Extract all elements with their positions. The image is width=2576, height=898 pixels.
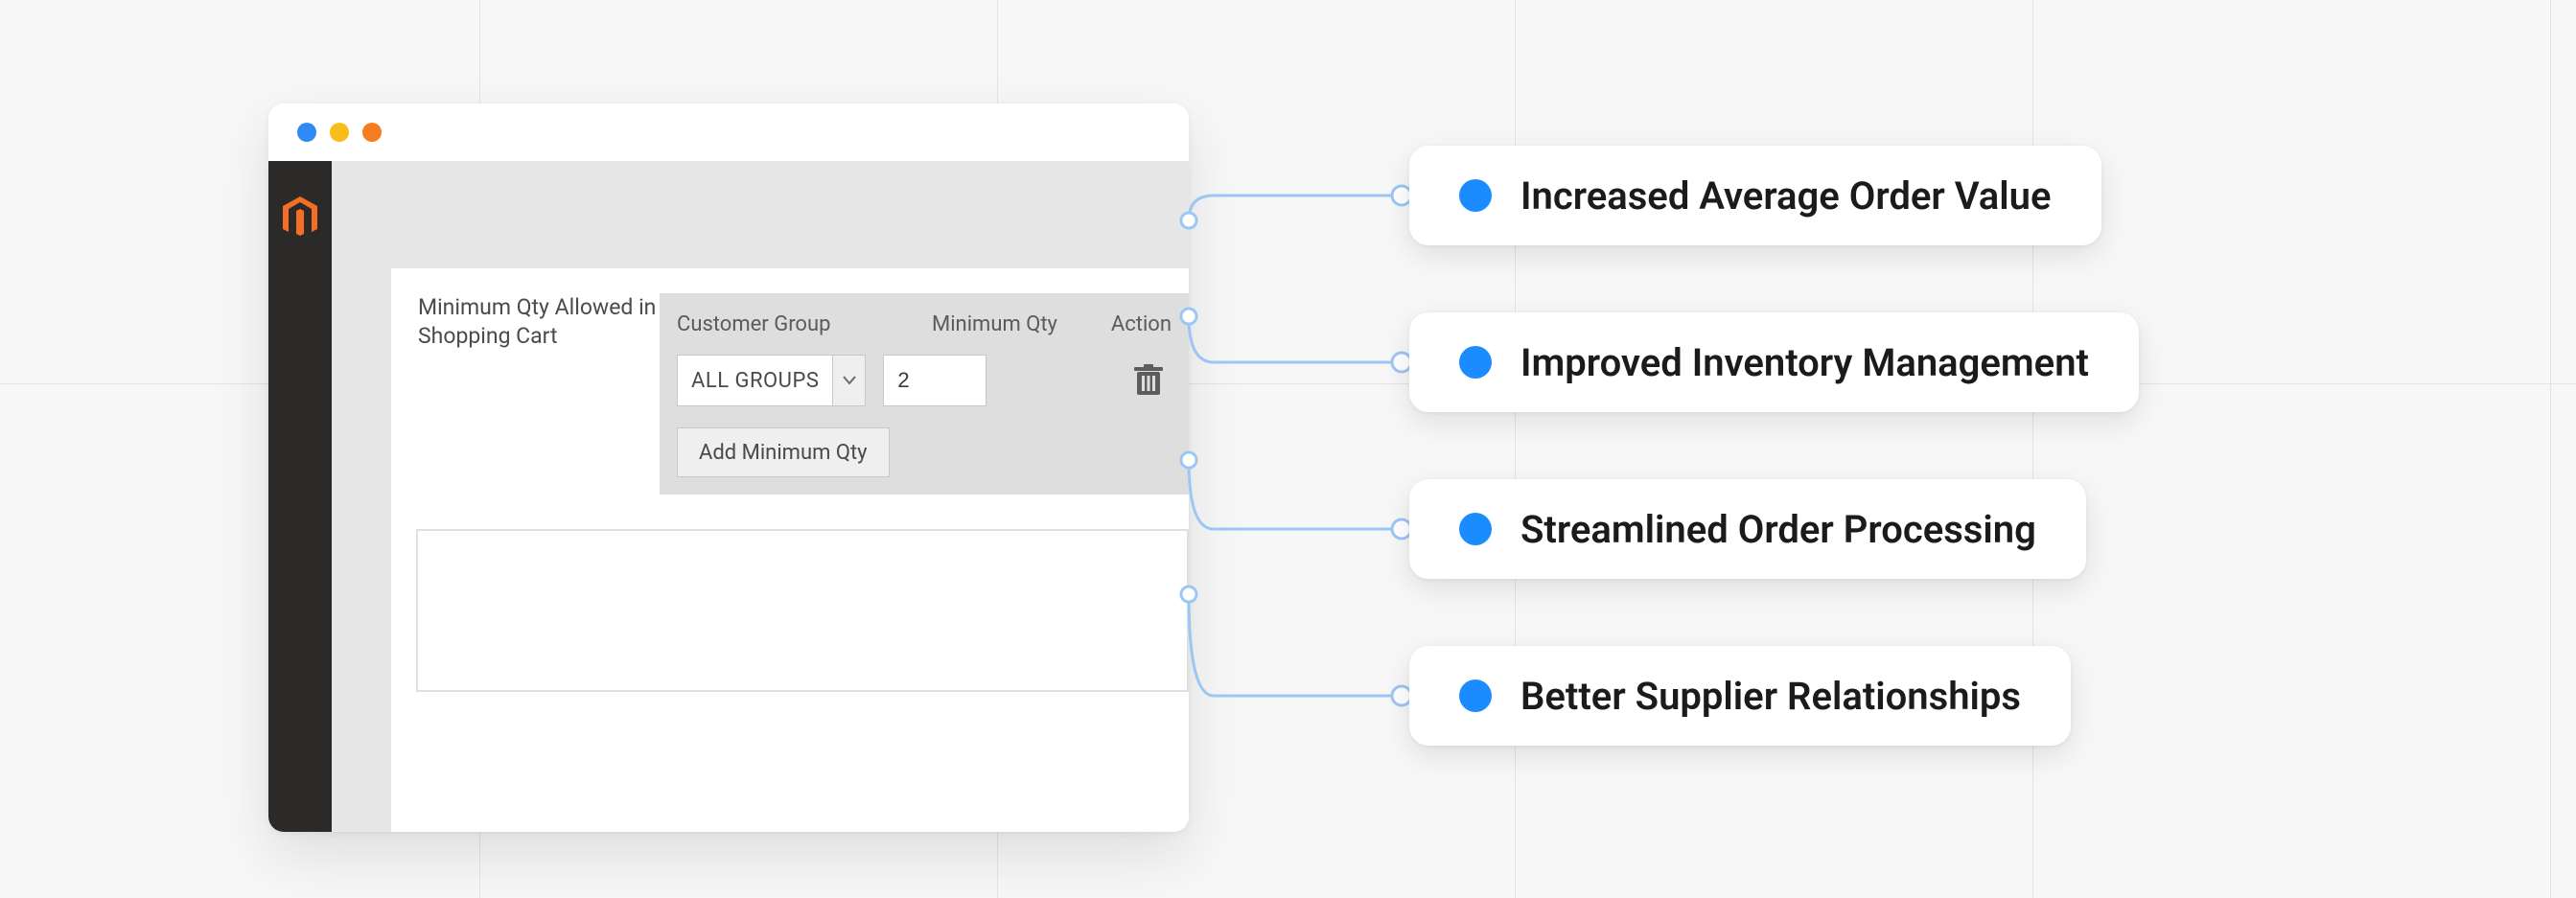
- window-dot-yellow-icon: [330, 123, 349, 142]
- admin-window: Minimum Qty Allowed in Shopping Cart Cus…: [268, 104, 1189, 832]
- col-header-min: Minimum Qty: [932, 312, 1095, 336]
- col-header-action: Action: [1095, 312, 1172, 336]
- chevron-down-icon[interactable]: [832, 356, 865, 405]
- window-dot-blue-icon: [297, 123, 316, 142]
- benefit-label: Improved Inventory Management: [1520, 340, 2089, 385]
- benefit-card-inventory: Improved Inventory Management: [1409, 312, 2139, 412]
- table-row: ALL GROUPS: [660, 355, 1189, 427]
- delete-row-button[interactable]: [1126, 357, 1172, 403]
- min-qty-label: Minimum Qty Allowed in Shopping Cart: [391, 293, 660, 495]
- benefit-label: Increased Average Order Value: [1520, 173, 2052, 219]
- admin-empty-panel: [416, 529, 1189, 692]
- admin-main: Minimum Qty Allowed in Shopping Cart Cus…: [391, 161, 1189, 832]
- diagram-canvas: Minimum Qty Allowed in Shopping Cart Cus…: [0, 0, 2576, 898]
- connector-wires: [1179, 96, 1428, 824]
- benefit-label: Streamlined Order Processing: [1520, 507, 2036, 552]
- minimum-qty-input[interactable]: [883, 355, 986, 406]
- admin-app: Minimum Qty Allowed in Shopping Cart Cus…: [268, 161, 1189, 832]
- bullet-icon: [1459, 513, 1492, 545]
- window-dot-orange-icon: [362, 123, 382, 142]
- bullet-icon: [1459, 679, 1492, 712]
- customer-group-value: ALL GROUPS: [678, 356, 832, 405]
- benefit-card-orders: Streamlined Order Processing: [1409, 479, 2086, 579]
- benefit-label: Better Supplier Relationships: [1520, 674, 2021, 719]
- col-header-group: Customer Group: [677, 312, 932, 336]
- customer-group-select[interactable]: ALL GROUPS: [677, 355, 866, 406]
- window-titlebar: [268, 104, 1189, 161]
- bullet-icon: [1459, 179, 1492, 212]
- table-header: Customer Group Minimum Qty Action: [660, 293, 1189, 355]
- admin-nav-rail: [268, 161, 332, 832]
- trash-icon: [1134, 364, 1163, 397]
- admin-header-strip: [391, 161, 1189, 268]
- table-add-row: Add Minimum Qty: [660, 427, 1189, 495]
- benefit-card-supplier: Better Supplier Relationships: [1409, 646, 2071, 746]
- admin-secondary-gutter: [332, 161, 391, 832]
- min-qty-table: Customer Group Minimum Qty Action ALL GR…: [660, 293, 1189, 495]
- bullet-icon: [1459, 346, 1492, 379]
- magento-logo-icon: [281, 196, 319, 832]
- benefit-card-aov: Increased Average Order Value: [1409, 146, 2101, 245]
- min-qty-config-row: Minimum Qty Allowed in Shopping Cart Cus…: [391, 268, 1189, 495]
- add-minimum-qty-button[interactable]: Add Minimum Qty: [677, 427, 890, 477]
